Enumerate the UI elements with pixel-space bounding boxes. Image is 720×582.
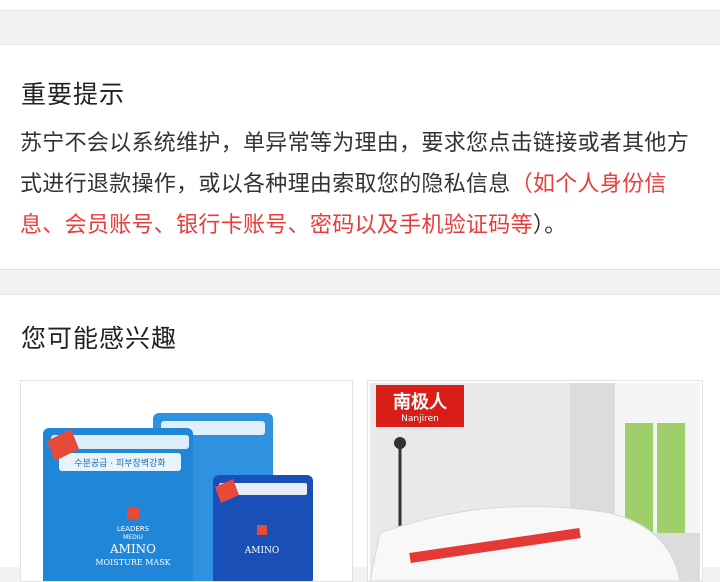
notice-text-end: ）。 xyxy=(532,213,567,238)
mask-product-label-front: AMINO xyxy=(244,546,280,556)
recommendations-section: 您可能感兴趣 수분공급 · 피부장벽강화 LEADERS MEDIU AMINO… xyxy=(0,294,720,582)
pillow-brand-logo-en: Nanjiren xyxy=(401,414,439,424)
security-notice: 重要提示 苏宁不会以系统维护，单异常等为理由，要求您点击链接或者其他方 式进行退… xyxy=(0,44,720,270)
product-card-pillow[interactable]: 南极人 Nanjiren xyxy=(367,380,703,582)
product-image-face-mask[interactable]: 수분공급 · 피부장벽강화 LEADERS MEDIU AMINO MOISTU… xyxy=(23,383,350,581)
mask-product-label: AMINO xyxy=(109,542,156,556)
mask-badge-text: 수분공급 · 피부장벽강화 xyxy=(74,458,165,469)
pillow-brand-logo-cn: 南极人 xyxy=(393,391,448,413)
recommendations-title: 您可能感兴趣 xyxy=(21,324,178,353)
notice-privacy-examples: 息、会员账号、银行卡账号、密码以及手机验证码等 xyxy=(20,213,533,238)
product-image-pillow[interactable]: 南极人 Nanjiren xyxy=(370,383,700,581)
notice-text-line1: 苏宁不会以系统维护，单异常等为理由，要求您点击链接或者其他方 xyxy=(20,131,690,156)
top-strip xyxy=(0,0,720,11)
notice-text: 苏宁不会以系统维护，单异常等为理由，要求您点击链接或者其他方 式进行退款操作，或… xyxy=(20,123,704,246)
product-card-face-mask[interactable]: 수분공급 · 피부장벽강화 LEADERS MEDIU AMINO MOISTU… xyxy=(20,380,353,582)
notice-privacy-examples-start: （如个人身份信 xyxy=(510,172,667,197)
notice-title: 重要提示 xyxy=(21,80,126,109)
mask-brand-label: LEADERS xyxy=(117,525,150,533)
notice-text-line2: 式进行退款操作，或以各种理由索取您的隐私信息 xyxy=(20,172,511,197)
mask-brand-sub: MEDIU xyxy=(123,534,143,541)
